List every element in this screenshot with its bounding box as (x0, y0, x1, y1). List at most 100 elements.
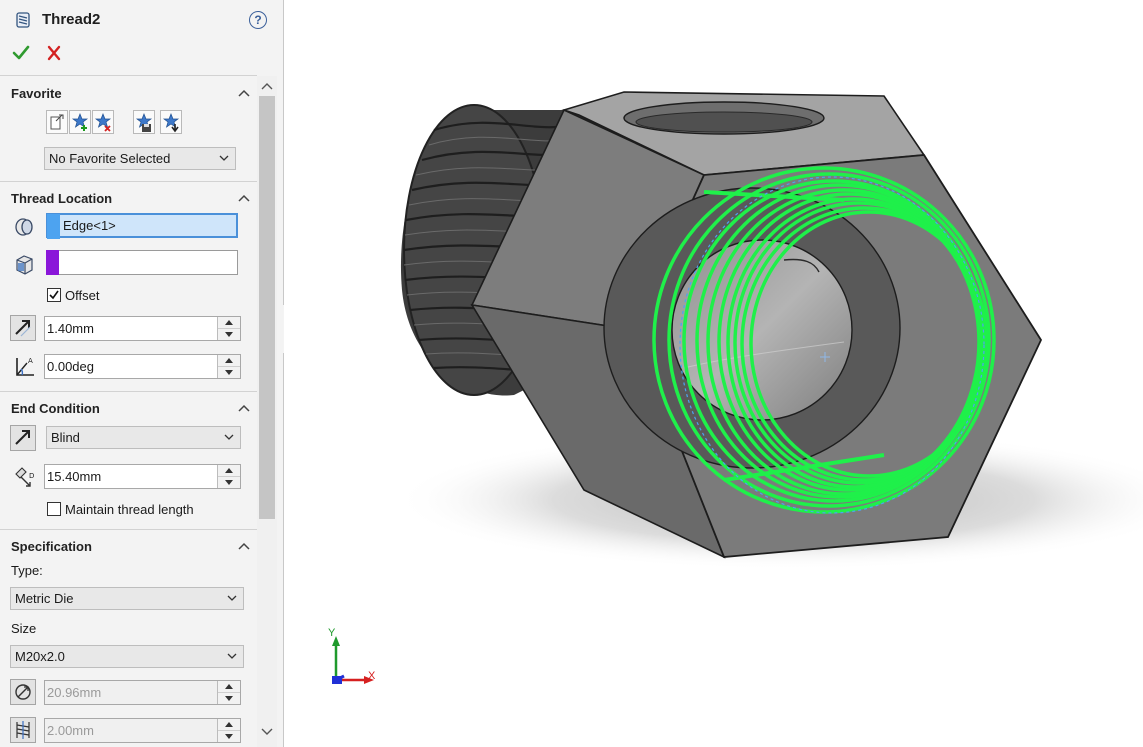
arrow-up-icon (225, 358, 233, 363)
chevron-down-icon (227, 653, 237, 659)
delete-favorite-button[interactable] (92, 110, 114, 134)
pitch-value: 2.00mm (47, 723, 94, 738)
spin-down-button[interactable] (218, 731, 240, 742)
diameter-input[interactable]: 20.96mm (44, 680, 241, 705)
spin-up-button[interactable] (218, 719, 240, 731)
load-favorite-icon (162, 113, 180, 133)
diameter-spinner (217, 681, 240, 704)
pitch-spinner (217, 719, 240, 742)
offset-distance-input[interactable]: 1.40mm (44, 316, 241, 341)
divider (0, 529, 257, 530)
specification-heading: Specification (11, 539, 92, 554)
end-condition-type: Blind (51, 430, 80, 445)
panel-scrollbar[interactable] (257, 76, 277, 747)
offset-distance-spinner (217, 317, 240, 340)
pitch-override-button[interactable] (10, 717, 36, 743)
thread-location-heading: Thread Location (11, 191, 113, 206)
collapse-end-condition-icon[interactable] (238, 403, 250, 413)
axis-x-label: X (368, 670, 376, 682)
cancel-x-icon[interactable] (43, 42, 65, 64)
save-favorite-icon (135, 113, 153, 132)
start-angle-spinner (217, 355, 240, 378)
arrow-up-icon (225, 320, 233, 325)
apply-defaults-button[interactable] (46, 110, 68, 134)
collapse-specification-icon[interactable] (238, 541, 250, 551)
add-favorite-button[interactable] (69, 110, 91, 134)
svg-text:D: D (29, 472, 34, 480)
feature-title-bar: Thread2 ? (0, 0, 283, 40)
end-reverse-direction-button[interactable] (10, 425, 36, 451)
feature-title: Thread2 (42, 11, 101, 28)
spin-up-button[interactable] (218, 681, 240, 693)
thread-size-dropdown[interactable]: M20x2.0 (10, 645, 244, 668)
thread-type-dropdown[interactable]: Metric Die (10, 587, 244, 610)
spin-up-button[interactable] (218, 355, 240, 367)
maintain-thread-length-checkbox[interactable] (47, 502, 61, 516)
scroll-down-icon[interactable] (261, 727, 273, 737)
arrow-up-icon (225, 722, 233, 727)
pitch-icon (16, 721, 30, 739)
chevron-down-icon (219, 155, 229, 161)
offset-checkbox[interactable] (47, 288, 61, 302)
thread-depth-spinner (217, 465, 240, 488)
apply-defaults-icon (50, 114, 64, 130)
arrow-up-icon (225, 684, 233, 689)
start-angle-input[interactable]: 0.00deg (44, 354, 241, 379)
offset-distance-value: 1.40mm (47, 321, 94, 336)
thread-depth-input[interactable]: 15.40mm (44, 464, 241, 489)
chevron-down-icon (227, 595, 237, 601)
favorite-dropdown[interactable]: No Favorite Selected (44, 147, 236, 170)
favorite-selected: No Favorite Selected (49, 151, 171, 166)
reverse-direction-icon (15, 430, 30, 445)
load-favorite-button[interactable] (160, 110, 182, 134)
thread-size-value: M20x2.0 (15, 649, 65, 664)
spin-down-button[interactable] (218, 367, 240, 378)
divider (0, 75, 257, 76)
diameter-value: 20.96mm (47, 685, 102, 700)
start-angle-icon: A (16, 357, 34, 376)
axis-y-label: Y (328, 627, 336, 639)
maintain-thread-length-label: Maintain thread length (65, 502, 194, 517)
start-face-icon (16, 255, 33, 275)
collapse-thread-location-icon[interactable] (238, 193, 250, 203)
scroll-up-icon[interactable] (261, 81, 273, 91)
arrow-down-icon (225, 480, 233, 485)
spin-down-button[interactable] (218, 477, 240, 488)
divider (0, 181, 257, 182)
thread-edge-selection[interactable]: Edge<1> (46, 213, 238, 239)
thread-type-value: Metric Die (15, 591, 74, 606)
spin-up-button[interactable] (218, 317, 240, 329)
ok-checkmark-icon[interactable] (10, 42, 32, 64)
edge-value: Edge<1> (63, 218, 116, 233)
reverse-direction-button[interactable] (10, 315, 36, 341)
cylindrical-edge-icon (15, 218, 33, 236)
end-condition-dropdown[interactable]: Blind (46, 426, 241, 449)
diameter-icon (15, 684, 31, 700)
offset-label: Offset (65, 288, 100, 303)
spin-down-button[interactable] (218, 693, 240, 704)
size-label: Size (11, 621, 37, 636)
add-favorite-icon (71, 113, 89, 131)
thread-depth-value: 15.40mm (47, 469, 102, 484)
delete-favorite-icon (94, 113, 112, 132)
face-color-swatch (46, 250, 59, 275)
pitch-input[interactable]: 2.00mm (44, 718, 241, 743)
scrollbar-thumb[interactable] (259, 96, 275, 519)
spin-down-button[interactable] (218, 329, 240, 340)
svg-text:A: A (28, 357, 33, 365)
arrow-down-icon (225, 332, 233, 337)
arrow-down-icon (225, 370, 233, 375)
type-label: Type: (11, 563, 43, 578)
spin-up-button[interactable] (218, 465, 240, 477)
edge-color-swatch (47, 214, 60, 239)
diameter-override-button[interactable] (10, 679, 36, 705)
property-manager-panel: Thread2 ? Favorite No Favorite Selected … (0, 0, 284, 747)
start-face-selection[interactable] (46, 250, 238, 275)
save-favorite-button[interactable] (133, 110, 155, 134)
checkmark-icon (49, 290, 59, 300)
start-angle-value: 0.00deg (47, 359, 94, 374)
model-viewport-canvas[interactable]: Y X (284, 0, 1143, 747)
collapse-favorite-icon[interactable] (238, 88, 250, 98)
graphics-area[interactable]: Y X (284, 0, 1143, 747)
help-icon[interactable]: ? (249, 11, 267, 29)
